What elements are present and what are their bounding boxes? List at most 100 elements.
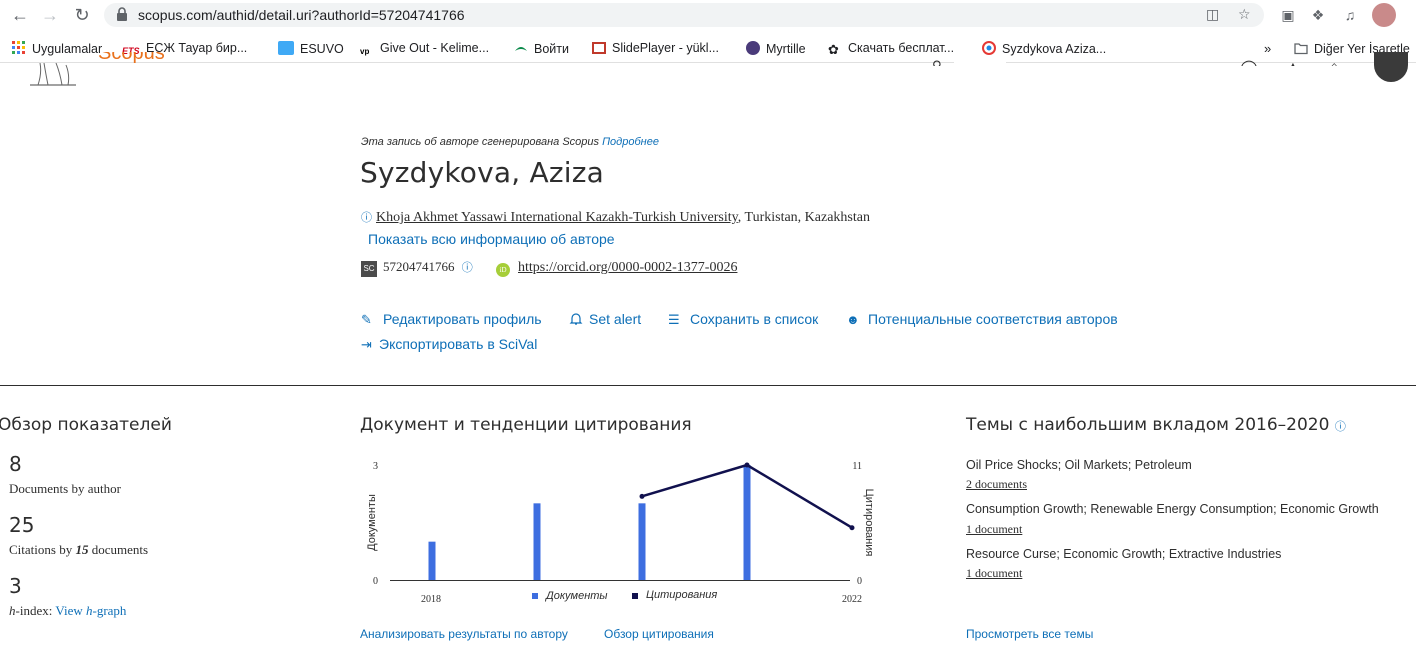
set-alert-button[interactable]: Set alert — [569, 311, 641, 327]
scopus-logo[interactable]: Scopus — [98, 52, 165, 66]
back-arrow-icon[interactable]: ← — [10, 5, 30, 25]
bookmark-item[interactable]: Myrtille — [746, 41, 806, 56]
bookmark-label: Войти — [534, 42, 569, 56]
bookmark-item[interactable]: ✿ Скачать бесплат... — [828, 41, 954, 57]
folder-icon — [1294, 43, 1308, 55]
y-right-tick-label: 11 — [852, 461, 862, 472]
more-bookmarks-chevron-icon[interactable]: » — [1264, 41, 1271, 56]
bookmark-label: SlidePlayer - yükl... — [612, 41, 719, 55]
y-right-tick-label: 0 — [857, 576, 862, 587]
more-info-link[interactable]: Подробнее — [602, 136, 659, 148]
y-left-tick-label: 3 — [373, 461, 378, 472]
legend-swatch-documents — [532, 593, 538, 599]
apps-grid-icon — [12, 41, 25, 54]
trends-title: Документ и тенденции цитирования — [360, 415, 692, 435]
affiliation-link[interactable]: Khoja Akhmet Yassawi International Kazak… — [376, 210, 738, 225]
topic-docs-link[interactable]: 1 document — [966, 566, 1022, 581]
citations-count: 25 — [9, 513, 35, 537]
hindex-label-rest: -index: — [15, 603, 56, 618]
bookmark-item[interactable]: Syzdykova Aziza... — [982, 41, 1106, 56]
header-search-link[interactable] — [954, 58, 1006, 66]
citation-overview-link[interactable]: Обзор цитирования — [604, 627, 714, 641]
generated-source: Scopus — [562, 136, 600, 148]
chart-svg: 0 3 0 11 Документы Цитирования 2018 2022 Докумен… — [366, 461, 875, 605]
notification-bell-icon[interactable]: ▲ — [1286, 58, 1300, 66]
orcid-icon: iD — [496, 263, 510, 277]
bookmarks-bar: Uygulamalar ETS ЕСЖ Тауар бир... ESUVO vp… — [0, 34, 1416, 62]
set-alert-label: Set alert — [589, 311, 642, 327]
scopus-id-badge: SC — [361, 261, 377, 277]
list-icon: ☰ — [668, 312, 680, 327]
topic-title: Oil Price Shocks; Oil Markets; Petroleum — [966, 458, 1192, 472]
legend-swatch-citations — [632, 593, 638, 599]
citations-label-suffix: documents — [88, 542, 149, 557]
info-icon[interactable]: ⓘ — [1335, 420, 1346, 433]
export-icon: ⇥ — [361, 337, 372, 352]
potential-matches-label: Потенциальные соответствия авторов — [868, 311, 1118, 327]
y-right-axis-label: Цитирования — [863, 489, 875, 557]
paw-icon: ✿ — [828, 42, 839, 57]
bookmark-item[interactable]: Войти — [514, 41, 569, 56]
analyze-author-output-link[interactable]: Анализировать результаты по автору — [360, 627, 568, 641]
topic-title: Consumption Growth; Renewable Energy Con… — [966, 502, 1379, 516]
x-tick-label: 2022 — [842, 594, 862, 605]
forward-arrow-icon[interactable]: → — [40, 5, 60, 25]
slideplayer-icon — [592, 42, 606, 54]
institution-icon[interactable]: ⌂ — [1330, 58, 1338, 66]
myrtille-icon — [746, 41, 760, 55]
bar-documents-2019 — [533, 503, 541, 580]
user-avatar[interactable] — [1374, 52, 1408, 82]
citations-label: Citations by 15 documents — [9, 542, 148, 558]
view-all-topics-link[interactable]: Просмотреть все темы — [966, 627, 1093, 641]
address-bar[interactable]: scopus.com/authid/detail.uri?authorId=57… — [104, 3, 1264, 27]
edit-profile-label: Редактировать профиль — [383, 311, 542, 327]
info-icon[interactable]: ⓘ — [361, 212, 372, 224]
citations-label-prefix: Citations by — [9, 542, 76, 557]
bookmark-label: Myrtille — [766, 42, 806, 56]
bookmark-label: Uygulamalar — [32, 42, 103, 56]
media-control-icon[interactable]: ♫ — [1340, 5, 1360, 25]
topics-title-wrap: Темы с наибольшим вкладом 2016–2020 ⓘ — [966, 415, 1346, 435]
legend-label-documents: Документы — [544, 590, 608, 602]
affiliation-location: , Turkistan, Kazakhstan — [737, 210, 870, 225]
help-icon[interactable]: ◯ — [1240, 58, 1258, 66]
bookmark-label: Syzdykova Aziza... — [1002, 42, 1107, 56]
bookmark-star-icon[interactable]: ☆ — [1238, 6, 1251, 23]
y-left-axis-label: Документы — [366, 494, 378, 551]
pencil-icon: ✎ — [361, 312, 372, 327]
orcid-link[interactable]: https://orcid.org/0000-0002-1377-0026 — [518, 260, 737, 275]
picture-in-picture-icon[interactable]: ▣ — [1278, 5, 1298, 25]
bar-documents-2018 — [428, 541, 436, 580]
save-to-list-button[interactable]: ☰ Сохранить в список — [668, 311, 818, 328]
search-icon[interactable]: ⚲ — [932, 58, 942, 66]
author-name: Syzdykova, Aziza — [360, 156, 604, 189]
generated-note: Эта запись об авторе сгенерирована Scopu… — [361, 136, 659, 148]
bell-icon — [569, 313, 583, 325]
bookmark-item[interactable]: ESUVO — [278, 41, 344, 56]
author-identifiers: SC 57204741766 ⓘ iD https://orcid.org/0000… — [361, 259, 737, 277]
info-icon[interactable]: ⓘ — [462, 262, 473, 274]
view-hgraph-link[interactable]: View h-graph — [55, 603, 126, 618]
reload-icon[interactable]: ↻ — [72, 5, 92, 25]
topic-docs-link[interactable]: 1 document — [966, 522, 1022, 537]
topic-docs-link[interactable]: 2 documents — [966, 477, 1027, 492]
hindex-label: h-index: View h-graph — [9, 603, 126, 619]
topic-title: Resource Curse; Economic Growth; Extract… — [966, 547, 1282, 561]
translate-icon[interactable]: ◫ — [1206, 6, 1219, 23]
x-tick-label: 2018 — [421, 594, 441, 605]
edit-profile-button[interactable]: ✎ Редактировать профиль — [361, 311, 542, 328]
view-hgraph-suffix: -graph — [92, 603, 127, 618]
bookmark-item[interactable]: Uygulamalar — [12, 41, 102, 56]
export-scival-label: Экспортировать в SciVal — [379, 336, 538, 352]
hindex-count: 3 — [9, 574, 22, 598]
potential-matches-button[interactable]: ☻ Потенциальные соответствия авторов — [846, 311, 1118, 327]
bookmark-item[interactable]: vp Give Out - Kelime... — [360, 41, 489, 61]
lock-icon — [117, 7, 127, 21]
profile-avatar[interactable] — [1372, 3, 1396, 27]
extensions-puzzle-icon[interactable]: ❖ — [1308, 5, 1328, 25]
legend-label-citations: Цитирования — [646, 589, 717, 601]
export-scival-button[interactable]: ⇥ Экспортировать в SciVal — [361, 336, 537, 353]
show-all-author-info-link[interactable]: Показать всю информацию об авторе — [368, 231, 615, 247]
bookmark-item[interactable]: SlidePlayer - yükl... — [592, 41, 719, 55]
point-citations — [849, 525, 855, 531]
